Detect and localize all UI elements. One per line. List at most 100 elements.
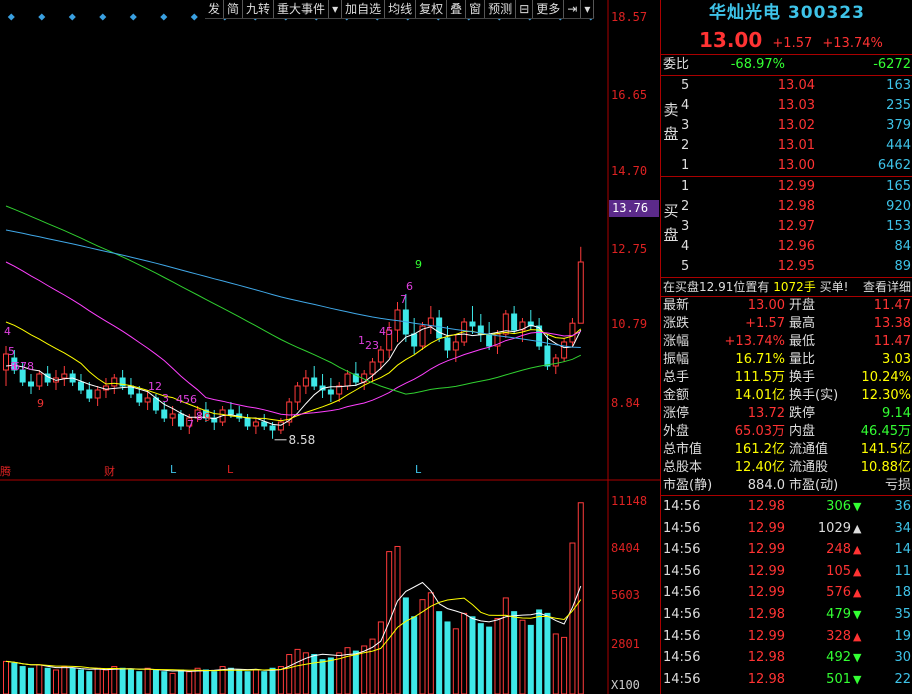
book-level[interactable]: 1 13.00 6462 bbox=[661, 156, 912, 176]
kline-chart-area[interactable]: 8.58 发简九转 重大事件 ▾ 加自选 均线 复权叠窗预测 ⊟ 更多 ⇥ ▾ 18.57 16.6… bbox=[0, 0, 660, 694]
volume-bar bbox=[411, 616, 418, 694]
price-axis-label: 16.65 bbox=[611, 88, 648, 102]
current-price-tag: 13.76 bbox=[609, 200, 659, 217]
candle-body bbox=[311, 377, 318, 387]
toolbar-button-8[interactable]: 叠 bbox=[447, 0, 467, 18]
candle-body bbox=[277, 421, 284, 431]
volume-bar bbox=[419, 599, 426, 694]
stat-value: 3.03 bbox=[882, 352, 911, 367]
volume-bar bbox=[61, 666, 68, 694]
weibi-pct: -68.97% bbox=[730, 57, 785, 72]
event-label: 财 bbox=[104, 465, 115, 478]
price-axis-label: 8.84 bbox=[611, 396, 640, 410]
volume-bar bbox=[277, 666, 284, 694]
event-diamond bbox=[190, 13, 198, 21]
candle-body bbox=[94, 389, 101, 399]
book-level-num: 2 bbox=[681, 199, 690, 214]
book-level[interactable]: 1 12.99 165 bbox=[661, 177, 912, 197]
candle-body bbox=[436, 317, 443, 339]
toolbar-button-11[interactable]: ⊟ bbox=[516, 0, 534, 18]
toolbar-button-14[interactable]: ▾ bbox=[581, 0, 595, 18]
tick-row[interactable]: 14:56 12.98 501 ▼ 22 bbox=[661, 669, 912, 691]
volume-bar bbox=[69, 667, 76, 694]
alert-text-a: 在买盘 bbox=[663, 280, 700, 294]
stat-row: 市盈(静) 884.0 市盈(动) 亏损 bbox=[661, 477, 912, 495]
stat-label: 最低 bbox=[789, 334, 816, 349]
tick-list[interactable]: 14:56 12.98 306 ▼ 36 14:56 12.99 1029 ▲ 34 14:56 12… bbox=[661, 496, 912, 690]
toolbar-button-9[interactable]: 窗 bbox=[466, 0, 486, 18]
tick-volume: 328 bbox=[826, 628, 851, 644]
toolbar-button-7[interactable]: 复权 bbox=[416, 0, 448, 18]
volume-bar bbox=[294, 648, 301, 694]
book-level[interactable]: 5 13.04 163 bbox=[661, 76, 912, 96]
tick-row[interactable]: 14:56 12.99 105 ▲ 11 bbox=[661, 561, 912, 583]
chart-toolbar: 发简九转 重大事件 ▾ 加自选 均线 复权叠窗预测 ⊟ 更多 ⇥ ▾ bbox=[205, 0, 595, 19]
td-mark: 12 bbox=[148, 380, 162, 393]
book-level[interactable]: 2 13.01 444 bbox=[661, 136, 912, 156]
volume-bar bbox=[102, 669, 109, 694]
book-level[interactable]: 4 12.96 84 bbox=[661, 237, 912, 257]
toolbar-button-6[interactable]: 均线 bbox=[385, 0, 417, 18]
toolbar-button-0[interactable]: 发 bbox=[205, 0, 225, 18]
toolbar-button-3[interactable]: 重大事件 bbox=[274, 0, 330, 18]
volume-bar bbox=[486, 626, 493, 694]
tick-row[interactable]: 14:56 12.99 576 ▲ 18 bbox=[661, 582, 912, 604]
candle-body bbox=[569, 322, 576, 343]
stat-value: 111.5万 bbox=[734, 370, 785, 385]
toolbar-button-10[interactable]: 预测 bbox=[485, 0, 517, 18]
event-diamond bbox=[160, 13, 168, 21]
toolbar-button-13[interactable]: ⇥ bbox=[564, 0, 582, 18]
candle-body bbox=[77, 381, 84, 391]
book-level-volume: 163 bbox=[886, 78, 911, 93]
tick-count: 30 bbox=[894, 650, 911, 666]
stat-row: 涨幅 +13.74% 最低 11.47 bbox=[661, 333, 912, 351]
volume-bar bbox=[494, 618, 501, 694]
stat-value: 884.0 bbox=[747, 478, 785, 493]
toolbar-button-4[interactable]: ▾ bbox=[329, 0, 343, 18]
tick-row[interactable]: 14:56 12.98 306 ▼ 36 bbox=[661, 496, 912, 518]
book-level-volume: 6462 bbox=[877, 158, 911, 173]
stat-label: 市盈(静) bbox=[663, 478, 713, 493]
book-level[interactable]: 5 12.95 89 bbox=[661, 257, 912, 277]
candle-body bbox=[327, 389, 334, 395]
toolbar-button-12[interactable]: 更多 bbox=[533, 0, 565, 18]
volume-bar bbox=[252, 669, 259, 694]
book-level-price: 12.95 bbox=[777, 259, 815, 274]
candle-body bbox=[411, 333, 418, 347]
tick-row[interactable]: 14:56 12.99 248 ▲ 14 bbox=[661, 539, 912, 561]
stat-label: 最高 bbox=[789, 316, 816, 331]
book-level[interactable]: 4 13.03 235 bbox=[661, 96, 912, 116]
alert-text-b: 12.91 bbox=[699, 280, 734, 294]
stat-value: 65.03万 bbox=[734, 424, 785, 439]
stat-value: 14.01亿 bbox=[734, 388, 785, 403]
toolbar-button-5[interactable]: 加自选 bbox=[342, 0, 386, 18]
stat-label: 金额 bbox=[663, 388, 690, 403]
candle-body bbox=[369, 361, 376, 375]
tick-price: 12.99 bbox=[747, 563, 785, 579]
arrow-up-icon: ▲ bbox=[853, 543, 862, 557]
candle-body bbox=[469, 321, 476, 327]
volume-bar bbox=[261, 671, 268, 694]
price-axis-label: 12.75 bbox=[611, 242, 648, 256]
book-level[interactable]: 3 13.02 379 bbox=[661, 116, 912, 136]
tick-row[interactable]: 14:56 12.98 479 ▼ 35 bbox=[661, 604, 912, 626]
volume-bar bbox=[186, 671, 193, 694]
tick-row[interactable]: 14:56 12.98 492 ▼ 30 bbox=[661, 647, 912, 669]
stock-title[interactable]: 华灿光电 300323 bbox=[661, 0, 912, 26]
volume-bar bbox=[394, 545, 401, 694]
tick-row[interactable]: 14:56 12.99 328 ▲ 19 bbox=[661, 626, 912, 648]
book-level[interactable]: 3 12.97 153 bbox=[661, 217, 912, 237]
td-mark: 5 bbox=[8, 345, 15, 358]
toolbar-button-2[interactable]: 九转 bbox=[243, 0, 275, 18]
tick-count: 22 bbox=[894, 671, 911, 687]
view-detail-link[interactable]: 查看详细 bbox=[863, 278, 911, 296]
tick-time: 14:56 bbox=[663, 606, 701, 622]
book-level-num: 1 bbox=[681, 179, 690, 194]
tick-row[interactable]: 14:56 12.99 1029 ▲ 34 bbox=[661, 518, 912, 540]
stat-value: 16.71% bbox=[735, 352, 785, 367]
kline-chart[interactable]: 8.58 bbox=[0, 0, 660, 694]
toolbar-button-1[interactable]: 简 bbox=[224, 0, 244, 18]
arrow-down-icon: ▼ bbox=[853, 607, 862, 621]
book-level[interactable]: 2 12.98 920 bbox=[661, 197, 912, 217]
tick-time: 14:56 bbox=[663, 563, 701, 579]
